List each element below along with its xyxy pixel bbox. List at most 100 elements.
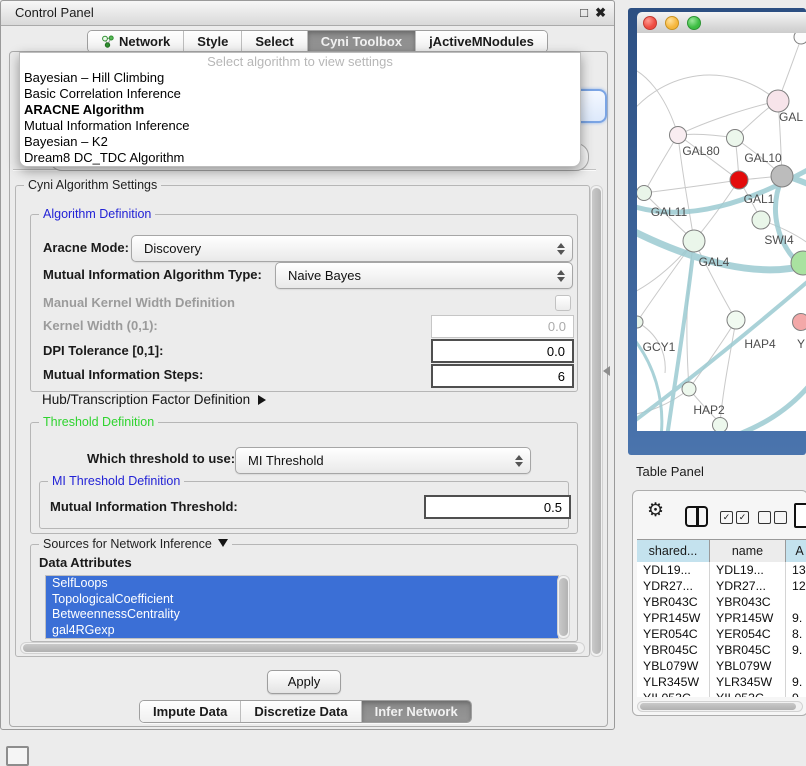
split-columns-icon[interactable] xyxy=(685,506,708,527)
algorithm-option[interactable]: Bayesian – Hill Climbing xyxy=(20,70,580,86)
column-header-name[interactable]: name xyxy=(710,540,786,563)
unchecked-checkbox-icon[interactable] xyxy=(758,511,771,524)
network-node[interactable] xyxy=(730,171,748,189)
tab-cyni-toolbox[interactable]: Cyni Toolbox xyxy=(308,31,416,52)
network-node[interactable] xyxy=(713,418,728,432)
bottom-tabbar: Impute Data Discretize Data Infer Networ… xyxy=(139,700,472,723)
tab-network[interactable]: Network xyxy=(88,31,184,52)
tab-infer-network[interactable]: Infer Network xyxy=(362,701,471,722)
table-panel-title: Table Panel xyxy=(636,464,704,479)
network-node[interactable] xyxy=(637,316,643,328)
algorithm-option[interactable]: Dream8 DC_TDC Algorithm xyxy=(20,150,580,166)
network-node[interactable] xyxy=(771,165,793,187)
zoom-traffic-icon[interactable] xyxy=(687,16,701,30)
network-node-label: GAL xyxy=(779,110,803,124)
sources-title-text: Sources for Network Inference xyxy=(43,537,212,551)
which-threshold-combo[interactable]: MI Threshold xyxy=(235,447,531,474)
table-cell: YDR27... xyxy=(637,578,710,594)
mi-threshold-group: MI Threshold Definition Mutual Informati… xyxy=(39,481,569,529)
network-node[interactable] xyxy=(683,230,705,252)
data-attribute-item[interactable]: SelfLoops xyxy=(46,576,558,592)
table-cell xyxy=(786,594,806,610)
table-row[interactable]: YER054CYER054C8. xyxy=(637,626,806,642)
splitter-arrow-icon[interactable] xyxy=(603,366,610,376)
dpi-tolerance-field[interactable]: 0.0 xyxy=(431,339,574,363)
control-panel-title: Control Panel xyxy=(15,5,94,20)
checked-checkbox-icon[interactable]: ✓ xyxy=(736,511,749,524)
table-row[interactable]: YBL079WYBL079W xyxy=(637,658,806,674)
algorithm-option[interactable]: ARACNE Algorithm xyxy=(20,102,580,118)
mi-threshold-field[interactable]: 0.5 xyxy=(424,495,571,519)
tab-style[interactable]: Style xyxy=(184,31,242,52)
aracne-mode-combo[interactable]: Discovery xyxy=(131,235,573,262)
attributes-scrollbar[interactable] xyxy=(557,575,570,639)
close-traffic-icon[interactable] xyxy=(643,16,657,30)
table-row[interactable]: YDL19...YDL19...13 xyxy=(637,562,806,578)
table-cell: YPR145W xyxy=(637,610,710,626)
algorithm-definition-group: Algorithm Definition Aracne Mode: Discov… xyxy=(30,214,578,392)
unchecked-checkbox-icon[interactable] xyxy=(774,511,787,524)
sources-group-title[interactable]: Sources for Network Inference xyxy=(39,537,232,551)
table-row[interactable]: YBR045CYBR045C9. xyxy=(637,642,806,658)
table-cell: YER054C xyxy=(637,626,710,642)
checked-checkbox-icon[interactable]: ✓ xyxy=(720,511,733,524)
network-node[interactable] xyxy=(767,90,789,112)
network-node[interactable] xyxy=(752,211,770,229)
tab-select[interactable]: Select xyxy=(242,31,307,52)
table-row[interactable]: YLR345WYLR345W9. xyxy=(637,674,806,690)
algorithm-list: Bayesian – Hill ClimbingBasic Correlatio… xyxy=(20,70,580,166)
control-panel-window: Control Panel □ ✖ Network Style Select C… xyxy=(0,0,615,730)
tab-impute-data[interactable]: Impute Data xyxy=(140,701,241,722)
algorithm-option[interactable]: Basic Correlation Inference xyxy=(20,86,580,102)
network-node[interactable] xyxy=(682,382,696,396)
tab-discretize-data[interactable]: Discretize Data xyxy=(241,701,361,722)
network-node[interactable] xyxy=(727,311,745,329)
algorithm-option[interactable]: Bayesian – K2 xyxy=(20,134,580,150)
settings-horizontal-scrollbar[interactable] xyxy=(20,642,585,654)
mi-algorithm-type-label: Mutual Information Algorithm Type: xyxy=(43,267,262,282)
network-canvas[interactable]: GALGAL80GAL10GAL1GAL11SWI4GAL4GCY1HAP4YH… xyxy=(637,33,806,431)
network-node[interactable] xyxy=(670,127,687,144)
apply-button[interactable]: Apply xyxy=(267,670,341,694)
table-row[interactable]: YIL053CYIL053C9. xyxy=(637,690,806,697)
data-attribute-item[interactable]: TopologicalCoefficient xyxy=(46,592,558,608)
tab-select-label: Select xyxy=(255,34,293,49)
close-window-icon[interactable]: ✖ xyxy=(595,5,606,21)
network-tab-icon xyxy=(101,35,114,48)
tab-jactivemnodules[interactable]: jActiveMNodules xyxy=(416,31,547,52)
network-node-label: SWI4 xyxy=(764,233,794,247)
table-cell: 13 xyxy=(786,562,806,578)
column-header-shared-name[interactable]: shared... xyxy=(637,540,710,563)
table-horizontal-scrollbar[interactable] xyxy=(637,701,803,712)
table-row[interactable]: YDR27...YDR27...12 xyxy=(637,578,806,594)
document-icon[interactable] xyxy=(794,503,806,528)
table-cell: 8. xyxy=(786,626,806,642)
table-row[interactable]: YPR145WYPR145W9. xyxy=(637,610,806,626)
table-cell xyxy=(786,658,806,674)
table-cell: 12 xyxy=(786,578,806,594)
settings-vertical-scrollbar[interactable] xyxy=(590,185,603,657)
table-cell: 9. xyxy=(786,674,806,690)
network-node[interactable] xyxy=(727,130,744,147)
gear-icon[interactable]: ⚙ xyxy=(647,501,664,520)
data-attribute-item[interactable]: gal4RGexp xyxy=(46,623,558,639)
mi-steps-field[interactable]: 6 xyxy=(431,364,574,388)
network-node[interactable] xyxy=(637,186,652,201)
network-node-label: GAL1 xyxy=(744,192,775,206)
minimized-panel-icon[interactable] xyxy=(6,746,29,766)
hub-definition-expander[interactable]: Hub/Transcription Factor Definition xyxy=(42,392,266,407)
table-cell: YBL079W xyxy=(637,658,710,674)
kernel-width-field[interactable]: 0.0 xyxy=(431,315,574,338)
mi-algorithm-type-combo[interactable]: Naive Bayes xyxy=(275,262,573,289)
mi-threshold-group-title: MI Threshold Definition xyxy=(48,474,184,488)
minimize-traffic-icon[interactable] xyxy=(665,16,679,30)
algorithm-option[interactable]: Mutual Information Inference xyxy=(20,118,580,134)
table-row[interactable]: YBR043CYBR043C xyxy=(637,594,806,610)
float-window-icon[interactable]: □ xyxy=(580,5,588,20)
manual-kernel-width-checkbox[interactable] xyxy=(555,295,571,311)
network-node[interactable] xyxy=(793,314,806,331)
algorithm-dropdown: Select algorithm to view settings Bayesi… xyxy=(19,52,581,167)
network-node[interactable] xyxy=(794,33,806,44)
column-header-partial[interactable]: A xyxy=(786,540,806,563)
data-attribute-item[interactable]: BetweennessCentrality xyxy=(46,607,558,623)
